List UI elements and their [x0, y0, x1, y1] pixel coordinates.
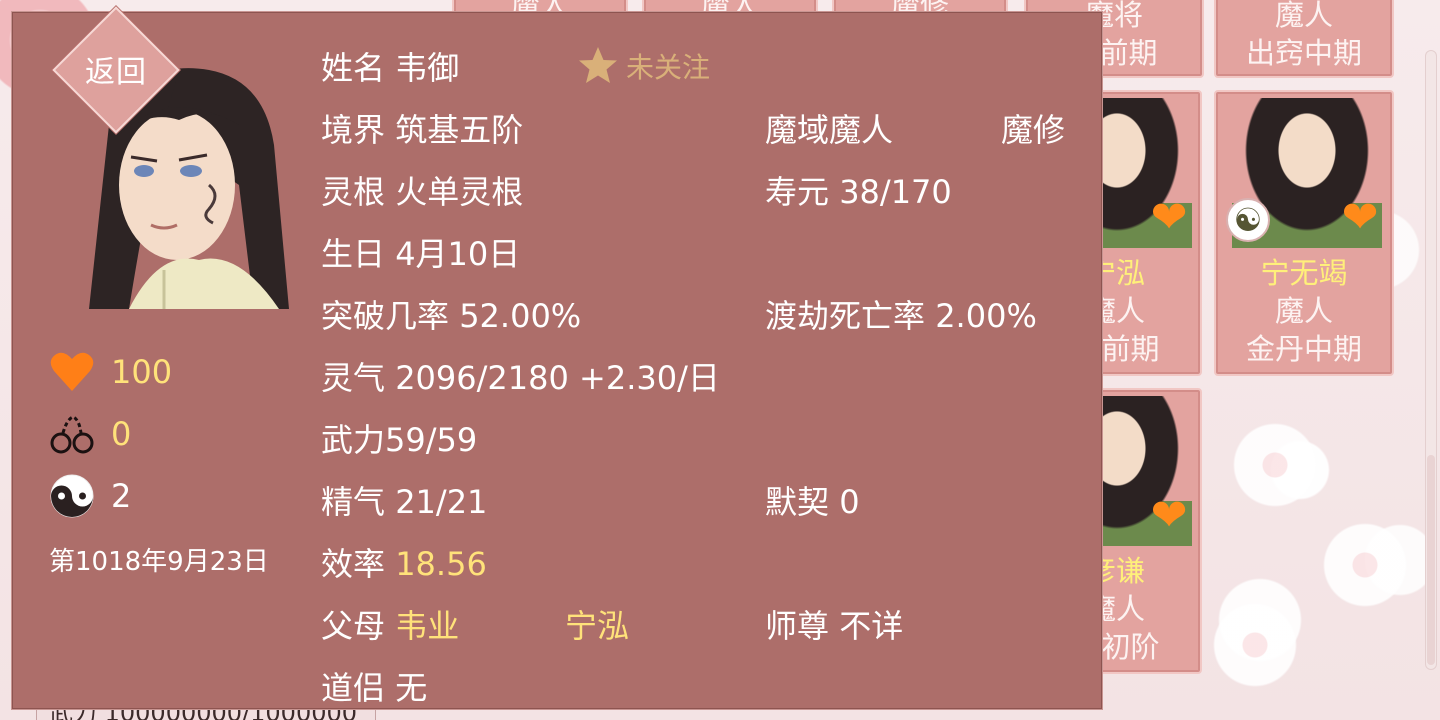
force-label: 武力 [321, 421, 386, 459]
breakthrough-label: 突破几率 [321, 297, 450, 335]
efficiency-label: 效率 [321, 545, 386, 583]
name-value: 韦御 [395, 49, 460, 87]
card-line: 金丹中期 [1245, 332, 1362, 366]
tacit-row: 默契 0 [765, 477, 860, 523]
heart-icon [50, 352, 94, 391]
birthday-row: 生日 4月10日 [321, 229, 520, 275]
card-line: 魔人 [1274, 0, 1333, 32]
essence-label: 精气 [321, 483, 386, 521]
parents-label: 父母 [321, 607, 386, 645]
bg-flower [1210, 600, 1300, 690]
yinyang-value: 2 [111, 477, 132, 515]
heart-icon: ❤ [1150, 192, 1188, 243]
mother-link[interactable]: 宁泓 [565, 607, 629, 645]
tacit-value: 0 [839, 483, 860, 521]
birthday-label: 生日 [321, 235, 386, 273]
tribulation-value: 2.00% [935, 297, 1037, 335]
card-line: 魔人 [1274, 294, 1333, 328]
father-link[interactable]: 韦业 [395, 607, 459, 645]
yinyang-icon: ☯ [1226, 198, 1270, 242]
realm-value: 筑基五阶 [395, 111, 524, 149]
name-row: 姓名 韦御 [321, 43, 459, 89]
character-card[interactable]: 魔人 出窍中期 [1214, 0, 1394, 78]
parents-row: 父母 韦业 [321, 601, 459, 647]
handcuffs-icon [50, 415, 94, 454]
force-value: 59/59 [385, 421, 478, 459]
tacit-label: 默契 [765, 483, 830, 521]
partner-value: 无 [395, 669, 428, 707]
efficiency-value: 18.56 [395, 545, 487, 583]
force-row: 武力59/59 [321, 415, 477, 461]
breakthrough-value: 52.00% [459, 297, 582, 335]
master-value: 不详 [839, 607, 904, 645]
lifespan-value: 38/170 [839, 173, 952, 211]
bg-flower [1320, 520, 1410, 610]
scrollbar-thumb[interactable] [1427, 455, 1435, 665]
bg-flower [1230, 420, 1320, 510]
qi-label: 灵气 [321, 359, 386, 397]
spirit-root-label: 灵根 [321, 173, 386, 211]
lifespan-row: 寿元 38/170 [765, 167, 952, 213]
partner-label: 道侣 [321, 669, 386, 707]
essence-row: 精气 21/21 [321, 477, 487, 523]
master-row: 师尊 不详 [765, 601, 903, 647]
card-name: 宁无竭 [1260, 256, 1348, 290]
heart-icon: ❤ [1150, 490, 1188, 541]
efficiency-row: 效率 18.56 [321, 539, 487, 585]
spirit-root-value: 火单灵根 [395, 173, 524, 211]
follow-toggle[interactable]: 未关注 [576, 43, 710, 89]
spirit-root-row: 灵根 火单灵根 [321, 167, 523, 213]
mother-link-wrap: 宁泓 [565, 601, 629, 647]
lifespan-label: 寿元 [765, 173, 830, 211]
game-date: 第1018年9月23日 [49, 547, 269, 577]
master-label: 师尊 [765, 607, 830, 645]
name-label: 姓名 [321, 49, 386, 87]
tribulation-row: 渡劫死亡率 2.00% [765, 291, 1037, 337]
realm-label: 境界 [321, 111, 386, 149]
breakthrough-row: 突破几率 52.00% [321, 291, 581, 337]
affection-value: 100 [111, 353, 173, 391]
back-button-label[interactable]: 返回 [73, 47, 159, 91]
yinyang-icon [50, 474, 94, 518]
prison-value: 0 [111, 415, 132, 453]
birthday-value: 4月10日 [395, 235, 521, 273]
sect-value: 魔修 [1001, 111, 1066, 149]
card-line: 出窍中期 [1245, 36, 1362, 70]
follow-label[interactable]: 未关注 [626, 46, 710, 86]
realm-row: 境界 筑基五阶 [321, 105, 523, 151]
star-icon [579, 47, 617, 83]
essence-value: 21/21 [395, 483, 488, 521]
partner-row: 道侣 无 [321, 663, 427, 709]
qi-row: 灵气 2096/2180 +2.30/日 [321, 353, 720, 399]
character-detail-panel: 返回 100 0 2 第1018年9月23日 未关注 姓名 韦御 境界 筑基五阶… [12, 6, 1102, 709]
domain-value: 魔域魔人 [765, 111, 894, 149]
heart-icon: ❤ [1341, 192, 1379, 243]
tribulation-label: 渡劫死亡率 [765, 297, 926, 335]
qi-value: 2096/2180 +2.30/日 [395, 359, 720, 397]
character-card[interactable]: ☯ ❤ 宁无竭 魔人 金丹中期 [1214, 90, 1394, 376]
